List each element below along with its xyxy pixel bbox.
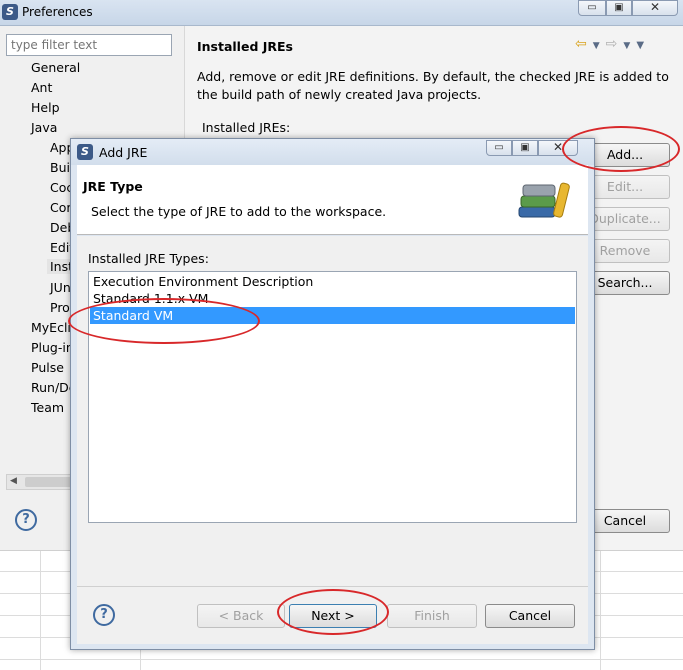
dialog-app-icon: S	[77, 144, 93, 160]
back-dropdown-icon[interactable]: ▼	[593, 41, 600, 51]
grid-line	[40, 551, 41, 670]
dialog-cancel-button[interactable]: Cancel	[485, 604, 575, 628]
dialog-close-icon[interactable]: ✕	[538, 140, 578, 156]
list-item-execution-environment[interactable]: Execution Environment Description	[90, 273, 575, 290]
tree-item-team[interactable]: Team	[31, 400, 64, 415]
tree-item-plugin[interactable]: Plug-in	[31, 340, 74, 355]
forward-arrow-icon[interactable]: ⇨	[606, 36, 618, 52]
tree-item-ant[interactable]: Ant	[31, 80, 52, 95]
list-item-standard-vm[interactable]: Standard VM	[90, 307, 575, 324]
grid-line	[0, 659, 683, 660]
forward-dropdown-icon[interactable]: ▼	[623, 41, 630, 51]
window-title: Preferences	[22, 5, 93, 19]
back-button[interactable]: < Back	[197, 604, 285, 628]
maximize-icon[interactable]: ▣	[606, 0, 632, 16]
dialog-header-title: JRE Type	[83, 179, 143, 194]
page-title: Installed JREs	[197, 39, 294, 54]
installed-jres-label: Installed JREs:	[202, 120, 291, 135]
tree-item-compiler[interactable]: Cor	[50, 200, 72, 215]
list-item-standard-11x-vm[interactable]: Standard 1.1.x VM	[90, 290, 575, 307]
books-icon	[518, 182, 570, 218]
preferences-titlebar: S Preferences ▭ ▣ ✕	[0, 0, 683, 26]
jre-types-label: Installed JRE Types:	[88, 251, 209, 266]
jre-types-list[interactable]: Execution Environment Description Standa…	[88, 271, 577, 523]
minimize-icon[interactable]: ▭	[578, 0, 606, 16]
tree-item-java[interactable]: Java	[31, 120, 57, 135]
dialog-help-icon[interactable]: ?	[93, 604, 115, 626]
back-arrow-icon[interactable]: ⇦	[575, 36, 587, 52]
tree-item-properties[interactable]: Pro	[50, 300, 70, 315]
next-button[interactable]: Next >	[289, 604, 377, 628]
dialog-content: Installed JRE Types: Execution Environme…	[77, 236, 588, 586]
grid-line	[600, 551, 601, 670]
page-navigation: ⇦ ▼ ⇨ ▼ ▼	[575, 36, 650, 52]
dialog-maximize-icon[interactable]: ▣	[512, 140, 538, 156]
tree-item-pulse[interactable]: Pulse	[31, 360, 64, 375]
help-icon[interactable]: ?	[15, 509, 37, 531]
tree-item-myeclipse[interactable]: MyEcli	[31, 320, 71, 335]
filter-input[interactable]	[6, 34, 172, 56]
dialog-header-subtitle: Select the type of JRE to add to the wor…	[91, 204, 387, 219]
dialog-header: JRE Type Select the type of JRE to add t…	[77, 165, 588, 235]
tree-item-help[interactable]: Help	[31, 100, 60, 115]
finish-button[interactable]: Finish	[387, 604, 477, 628]
dialog-title: Add JRE	[99, 145, 148, 160]
close-icon[interactable]: ✕	[632, 0, 678, 16]
dialog-footer: ? < Back Next > Finish Cancel	[77, 586, 588, 644]
tree-item-junit[interactable]: JUn	[50, 280, 71, 295]
add-jre-dialog: S Add JRE ▭ ▣ ✕ JRE Type Select the type…	[70, 138, 595, 650]
app-icon: S	[2, 4, 18, 20]
page-description: Add, remove or edit JRE definitions. By …	[197, 69, 669, 102]
dialog-minimize-icon[interactable]: ▭	[486, 140, 512, 156]
tree-item-general[interactable]: General	[31, 60, 80, 75]
scroll-left-icon[interactable]: ◀	[10, 476, 17, 486]
dialog-titlebar: S Add JRE ▭ ▣ ✕	[71, 139, 594, 165]
view-menu-icon[interactable]: ▼	[636, 40, 644, 51]
